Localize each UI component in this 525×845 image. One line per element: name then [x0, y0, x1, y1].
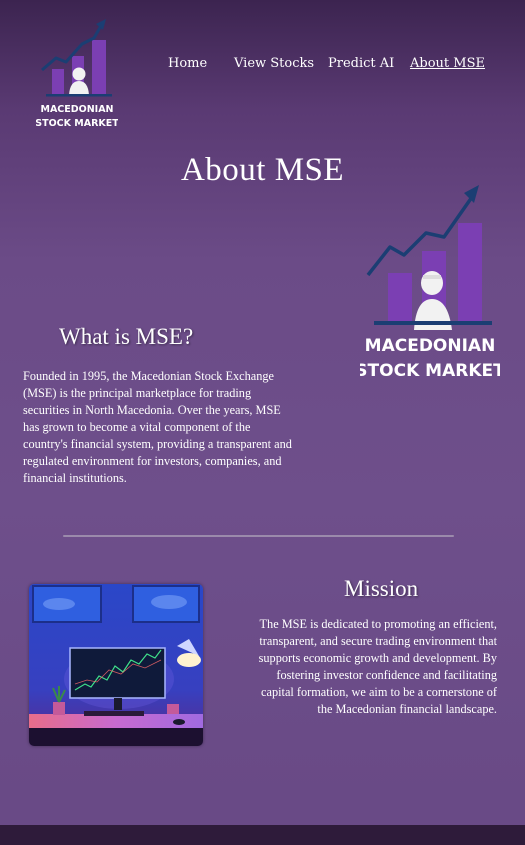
logo-text-line2: STOCK MARKET — [36, 118, 118, 129]
trading-desk-illustration — [29, 584, 203, 746]
brand-logo-line2: STOCK MARKET — [360, 361, 500, 381]
mission-image — [29, 584, 203, 746]
nav-view-stocks[interactable]: View Stocks — [234, 56, 314, 71]
mission-line: The MSE is dedicated to promoting an eff… — [259, 617, 497, 631]
brand-logo-line1: MACEDONIAN — [365, 336, 496, 356]
brand-logo: MACEDONIAN STOCK MARKET — [355, 183, 505, 383]
about-line: financial institutions. — [23, 471, 127, 485]
nav-about-mse[interactable]: About MSE — [410, 56, 485, 71]
about-line: country's financial system, providing a … — [23, 437, 292, 451]
mission-line: supports economic growth and development… — [258, 651, 497, 665]
logo-text-line1: MACEDONIAN — [40, 104, 113, 115]
mission-line: capital formation, we aim to be a corner… — [261, 685, 497, 699]
brand-chart-icon: MACEDONIAN STOCK MARKET — [355, 185, 505, 381]
mission-line: fostering investor confidence and facili… — [276, 668, 497, 682]
mission-heading: Mission — [344, 576, 419, 601]
nav-home[interactable]: Home — [168, 56, 207, 71]
mission-line: the Macedonian financial landscape. — [317, 702, 497, 716]
mission-line: transparent, and secure trading environm… — [259, 634, 497, 648]
about-heading: What is MSE? — [59, 324, 194, 349]
about-line: securities in North Macedonia. Over the … — [23, 403, 281, 417]
footer-bar — [0, 825, 525, 845]
section-divider — [63, 535, 454, 537]
main-nav: Home View Stocks Predict AI About MSE — [0, 56, 525, 76]
about-line: has grown to become a vital component of… — [23, 420, 251, 434]
about-line: (MSE) is the principal marketplace for t… — [23, 386, 252, 400]
about-line: regulated environment for investors, com… — [23, 454, 282, 468]
about-line: Founded in 1995, the Macedonian Stock Ex… — [23, 369, 275, 383]
nav-predict-ai[interactable]: Predict AI — [328, 56, 394, 71]
